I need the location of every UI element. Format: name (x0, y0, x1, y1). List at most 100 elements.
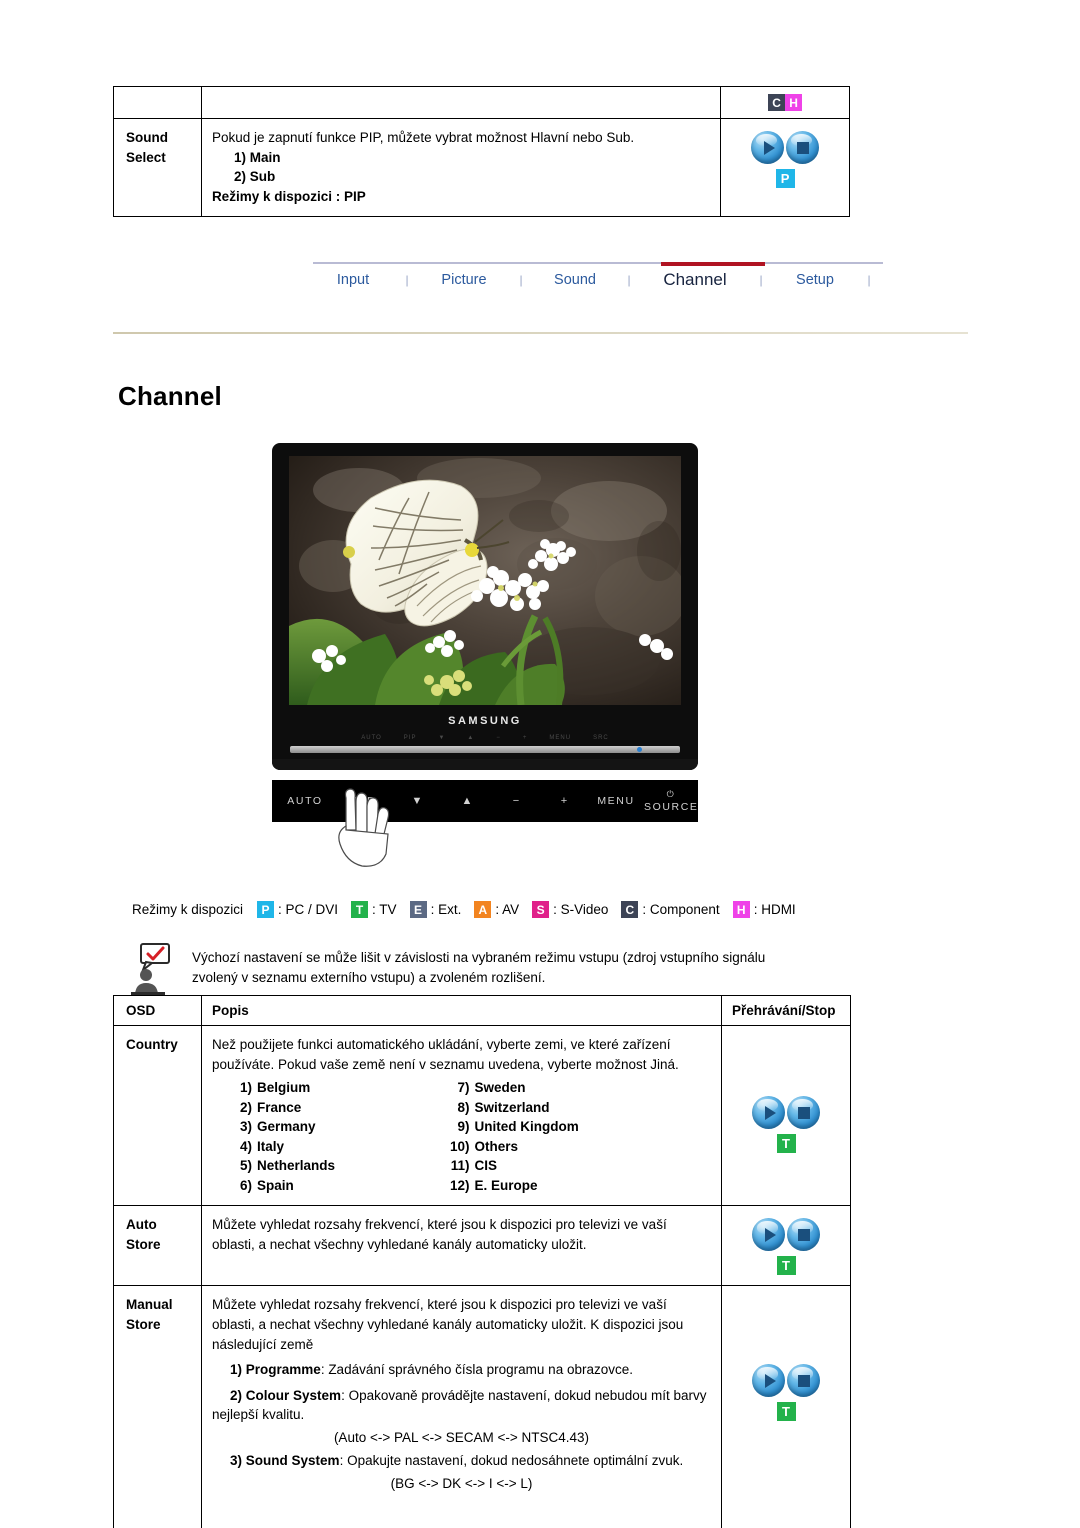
control-down-icon[interactable]: ▼ (392, 795, 442, 807)
country-left-4: 4) Italy (239, 1138, 285, 1154)
playstop-cell: P (720, 117, 850, 218)
country-left-3: 3) Germany (239, 1119, 316, 1135)
nav-item-setup[interactable]: Setup (775, 270, 855, 290)
nav-active-indicator (661, 262, 765, 266)
control-plus-icon[interactable]: + (540, 795, 588, 807)
osd-label-store2: Store (126, 1316, 161, 1332)
country-right-4: 10) Others (450, 1138, 519, 1154)
monitor-button-markings: AUTO PIP ▼ ▲ − + MENU SRC (361, 735, 609, 741)
butterfly-photo (289, 456, 681, 705)
control-pip[interactable]: PIP (338, 795, 392, 807)
legend-entry-tv: T : TV (351, 901, 397, 918)
list-item: 3) Germany 9) United Kingdom (212, 1117, 711, 1137)
osd-label-manual: Manual (126, 1297, 173, 1313)
nav-separator: | (519, 273, 523, 287)
nav-baseline (313, 262, 883, 264)
playstop-cell-auto-store: T (721, 1205, 851, 1287)
nav-item-input[interactable]: Input (313, 270, 393, 290)
column-header-popis: Popis (201, 995, 722, 1026)
country-left-5: 5) Netherlands (239, 1158, 336, 1174)
table-row-sound-select: Sound Select Pokud je zapnutí funkce PIP… (113, 117, 850, 218)
component-badge-icon: C (768, 94, 786, 111)
manual-store-description: Můžete vyhledat rozsahy frekvencí, které… (212, 1297, 684, 1352)
manual-sub-item-3: 3) Sound System: Opakujte nastavení, dok… (230, 1453, 684, 1469)
pc-dvi-badge-icon: P (775, 169, 795, 188)
control-up-icon[interactable]: ▲ (442, 795, 492, 807)
note-person-check-icon (131, 943, 170, 995)
legend-text-component: : Component (642, 902, 720, 917)
stop-icon (787, 1096, 820, 1129)
play-icon (751, 131, 785, 164)
badge-cell: CH (720, 86, 850, 119)
osd-label-store: Store (126, 1236, 161, 1252)
legend-entry-component: C : Component (621, 901, 720, 918)
empty-cell-1 (113, 86, 202, 119)
option-sub: 2) Sub (233, 169, 276, 185)
nav-item-channel[interactable]: Channel (643, 268, 747, 292)
country-right-5: 11) CIS (450, 1158, 498, 1174)
osd-label-auto: Auto (126, 1217, 157, 1233)
control-minus-icon[interactable]: − (492, 795, 540, 807)
nav-item-sound[interactable]: Sound (535, 270, 615, 290)
control-menu[interactable]: MENU (588, 795, 644, 807)
play-icon (752, 1218, 785, 1252)
nav-separator: | (867, 273, 871, 287)
table-row-badges: CH (113, 86, 850, 119)
list-item: 2) France 8) Switzerland (212, 1098, 711, 1118)
country-list: 1) Belgium 7) Sweden 2) France 8) Switzerlan… (212, 1078, 711, 1195)
play-icon (752, 1364, 785, 1398)
list-item: 6) Spain 12) E. Europe (212, 1176, 711, 1196)
description-intro: Pokud je zapnutí funkce PIP, můžete vybr… (211, 130, 635, 145)
legend-text-hdmi: : HDMI (753, 902, 796, 917)
page-title: Channel (118, 381, 222, 411)
section-nav: Input | Picture | Sound | Channel | Setu… (313, 262, 883, 302)
monitor-control-bar: AUTO PIP ▼ ▲ − + MENU ⏻ SOURCE (272, 780, 698, 822)
osd-cell-country: Country (113, 1024, 202, 1207)
manual-page: CH Sound Select Pokud je zapnutí funkce … (0, 0, 1080, 1528)
country-description: Než použijete funkci automatického uklád… (212, 1037, 679, 1072)
playstop-cell-manual-store: T (721, 1285, 851, 1528)
control-auto[interactable]: AUTO (272, 795, 338, 807)
table-row-auto-store: Auto Store Můžete vyhledat rozsahy frekv… (113, 1205, 851, 1287)
country-right-2: 8) Switzerland (457, 1099, 550, 1115)
legend-text-ext: : Ext. (430, 902, 462, 917)
column-header-osd: OSD (113, 995, 202, 1026)
country-left-1: 1) Belgium (239, 1080, 311, 1096)
nav-separator: | (759, 273, 763, 287)
tv-badge-icon: T (776, 1402, 796, 1422)
osd-label-line2: Select (126, 149, 166, 165)
legend-entry-ext: E : Ext. (409, 901, 462, 918)
colour-system-values: (Auto <-> PAL <-> SECAM <-> NTSC4.43) (333, 1429, 590, 1445)
note-text: Výchozí nastavení se může lišit v závisl… (174, 940, 765, 989)
legend-text-tv: : TV (372, 902, 397, 917)
note-line-1: Výchozí nastavení se může lišit v závisl… (192, 950, 766, 965)
osd-name-cell: Sound Select (113, 117, 202, 218)
list-item: 4) Italy 10) Others (212, 1137, 711, 1157)
stop-icon (787, 1364, 820, 1398)
legend-entry-hdmi: H : HDMI (732, 901, 796, 918)
country-left-2: 2) France (239, 1099, 302, 1115)
control-source[interactable]: ⏻ SOURCE (644, 789, 698, 813)
country-left-6: 6) Spain (239, 1177, 294, 1193)
nav-separator: | (405, 273, 409, 287)
nav-item-picture[interactable]: Picture (421, 270, 507, 290)
osd-cell-manual-store: Manual Store (113, 1285, 202, 1528)
option-main: 1) Main (233, 149, 281, 165)
component-icon: C (621, 901, 639, 918)
legend-text-av: : AV (495, 902, 520, 917)
hdmi-icon: H (732, 901, 750, 918)
sound-system-values: (BG <-> DK <-> I <-> L) (390, 1475, 533, 1491)
hdmi-badge-icon: H (785, 94, 803, 111)
column-header-playstop: Přehrávání/Stop (721, 995, 851, 1026)
note-callout: Výchozí nastavení se může lišit v závisl… (128, 940, 858, 996)
power-led-icon (637, 747, 642, 752)
legend-text-pc-dvi: : PC / DVI (278, 902, 339, 917)
play-icon (752, 1096, 785, 1129)
note-line-2: zvolený v seznamu externího vstupu) a zv… (192, 970, 546, 986)
legend-entry-pc-dvi: P : PC / DVI (257, 901, 338, 918)
country-right-6: 12) E. Europe (450, 1177, 538, 1193)
description-cell: Pokud je zapnutí funkce PIP, můžete vybr… (200, 117, 722, 218)
table-header-row: OSD Popis Přehrávání/Stop (113, 995, 851, 1026)
svideo-icon: S (532, 901, 550, 918)
manual-sub-item-1: 1) Programme: Zadávání správného čísla p… (230, 1362, 633, 1378)
